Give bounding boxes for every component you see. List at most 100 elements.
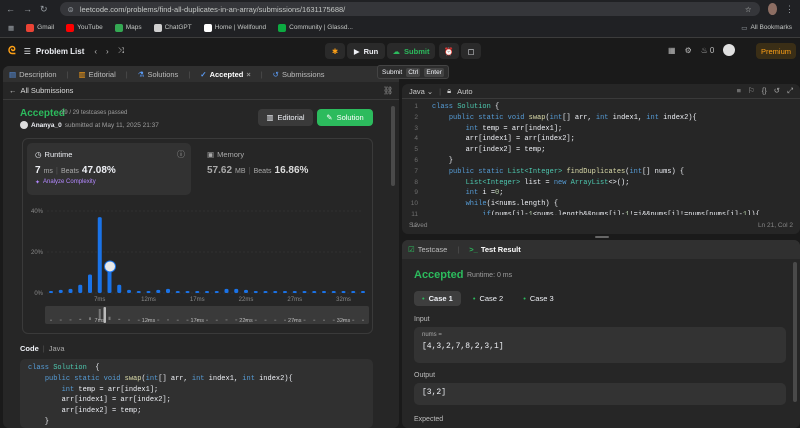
bug-icon: ✱ <box>331 46 339 56</box>
settings-icon[interactable]: ⚙ <box>685 46 692 55</box>
case-tab-2[interactable]: • Case 2 <box>465 291 511 306</box>
profile-avatar[interactable] <box>767 3 777 15</box>
code-token: temp = arr[index1]; <box>74 385 159 394</box>
bookmark-item[interactable]: Community | Glassd... <box>278 23 353 32</box>
problem-list-link[interactable]: Problem List <box>36 47 84 56</box>
submitted-code-block[interactable]: class Solution { public static void swap… <box>20 359 373 428</box>
input-box[interactable]: nums = [4,3,2,7,8,2,3,1] <box>414 327 786 363</box>
tab-submissions[interactable]: ↺ Submissions <box>273 70 325 79</box>
test-scrollbar[interactable] <box>793 262 797 402</box>
case-tab-1[interactable]: • Case 1 <box>414 291 461 306</box>
code-token: { <box>490 103 500 111</box>
all-submissions-label: All Submissions <box>20 86 74 95</box>
layout-icon[interactable]: ▦ <box>668 46 676 55</box>
premium-button[interactable]: Premium <box>756 43 796 59</box>
run-button[interactable]: ▶ Run <box>347 43 385 59</box>
code-token: swap <box>528 113 546 122</box>
leetcode-logo-icon[interactable]: ᘓ <box>8 45 16 58</box>
bookmark-favicon-icon <box>26 23 35 32</box>
overview-bar <box>362 319 364 321</box>
overview-tick-label: 32ms <box>337 318 351 324</box>
flask-icon: ⚗ <box>137 69 145 79</box>
shuffle-icon[interactable]: ⤨ <box>118 46 124 56</box>
mode-label[interactable]: Auto <box>457 87 472 96</box>
prev-problem-icon[interactable]: ‹ <box>94 47 97 56</box>
pencil-icon: ✎ <box>326 113 333 122</box>
reload-icon[interactable]: ↻ <box>40 4 48 15</box>
case-tab-3[interactable]: • Case 3 <box>515 291 561 306</box>
bookmark-item[interactable]: Home | Wellfound <box>203 23 266 32</box>
code-token: (i<nums.length) { <box>486 200 559 209</box>
overview-tick-label: 27ms <box>288 318 302 324</box>
memory-header[interactable]: ▣ Memory <box>207 150 244 159</box>
user-avatar-small[interactable] <box>20 121 28 129</box>
param-value: [4,3,2,7,8,2,3,1] <box>422 342 504 351</box>
all-bookmarks-button[interactable]: ▭ All Bookmarks <box>741 24 792 32</box>
memory-unit: MB <box>235 168 246 175</box>
streak-counter[interactable]: ♨ 0 <box>701 46 715 55</box>
runtime-unit: ms <box>43 168 53 175</box>
line-number: 4 <box>414 135 418 143</box>
code-token: int <box>549 113 563 122</box>
tab-testcase[interactable]: ☑ Testcase <box>408 245 447 254</box>
runtime-card[interactable]: ◷ Runtime ⓘ 7 ms | Beats 47.08% ✦ Analyze … <box>27 143 191 195</box>
resize-handle[interactable] <box>595 236 609 238</box>
menu-icon[interactable]: ⋮ <box>785 4 794 15</box>
pass-dot-icon: • <box>422 294 425 303</box>
next-problem-icon[interactable]: › <box>106 47 109 56</box>
fullscreen-icon[interactable]: ⤢ <box>787 86 793 96</box>
bookmark-item[interactable]: Maps <box>114 23 142 32</box>
format-icon[interactable]: ≡ <box>737 86 741 96</box>
username[interactable]: Ananya_0 <box>31 122 62 129</box>
range-slider-handle[interactable] <box>103 307 107 323</box>
left-panel: ▤ Description | ▥ Editorial | ⚗ Solutions |… <box>3 66 399 428</box>
notes-button[interactable]: ▢ <box>461 43 481 59</box>
user-avatar[interactable] <box>723 44 736 56</box>
code-header: Code | Java <box>20 344 65 353</box>
x-tick-label: 12ms <box>141 297 156 303</box>
tab-test-result[interactable]: >_ Test Result <box>469 245 520 254</box>
bookmark-icon[interactable]: ⚐ <box>748 86 755 96</box>
apps-icon[interactable]: ▦ <box>8 24 14 32</box>
back-icon[interactable]: ← <box>6 4 15 14</box>
runtime-distribution-chart[interactable]: 40%20%0%7ms 12ms 17ms 22ms 27ms 32ms7ms 12ms 17… <box>23 201 374 333</box>
all-submissions-link[interactable]: ← All Submissions <box>9 86 73 95</box>
editorial-button[interactable]: ▥ Editorial <box>258 109 313 126</box>
bookmark-item[interactable]: Gmail <box>26 23 54 32</box>
link-icon[interactable]: ⛓ <box>383 86 393 95</box>
forward-icon[interactable]: → <box>23 4 32 14</box>
chip-icon: ▣ <box>207 150 215 159</box>
tab-solutions[interactable]: ⚗ Solutions <box>138 70 179 79</box>
output-box[interactable]: [3,2] <box>414 383 786 405</box>
address-bar[interactable]: ⊜ leetcode.com/problems/find-all-duplica… <box>59 2 760 16</box>
solution-button[interactable]: ✎ Solution <box>317 109 373 126</box>
analyze-complexity-link[interactable]: ✦ Analyze Complexity <box>35 179 96 186</box>
tab-accepted-label: Accepted <box>209 69 244 79</box>
terminal-icon: >_ <box>469 245 478 254</box>
tab-description[interactable]: ▤ Description <box>9 70 57 79</box>
language-select[interactable]: Java ⌄ <box>409 87 433 96</box>
left-scrollbar[interactable] <box>391 106 395 186</box>
tab-accepted[interactable]: ✓ Accepted × <box>200 70 250 79</box>
test-status: Accepted <box>414 269 464 281</box>
code-brackets-icon[interactable]: {} <box>762 86 767 96</box>
tab-editorial[interactable]: ▥ Editorial <box>79 70 116 79</box>
x-tick-label: 32ms <box>336 297 351 303</box>
info-icon[interactable]: ⓘ <box>177 149 185 160</box>
bookmark-item[interactable]: ChatGPT <box>153 23 192 32</box>
code-token: <nums.length&&nums[i]- <box>532 210 626 215</box>
reset-icon[interactable]: ↺ <box>774 86 780 96</box>
close-tab-icon[interactable]: × <box>246 70 250 79</box>
debug-button[interactable]: ✱ <box>325 43 345 59</box>
site-info-icon[interactable]: ⊜ <box>68 5 74 14</box>
submit-button[interactable]: ☁ Submit <box>387 43 435 59</box>
runtime-bar <box>224 288 229 293</box>
star-icon[interactable]: ☆ <box>745 5 752 14</box>
code-line: class Solution { <box>432 102 792 113</box>
bookmark-item[interactable]: YouTube <box>66 23 103 32</box>
code-editor[interactable]: class Solution { public static void swap… <box>432 102 792 215</box>
overview-bar <box>59 319 62 321</box>
timer-button[interactable]: ⏰ <box>439 43 459 59</box>
